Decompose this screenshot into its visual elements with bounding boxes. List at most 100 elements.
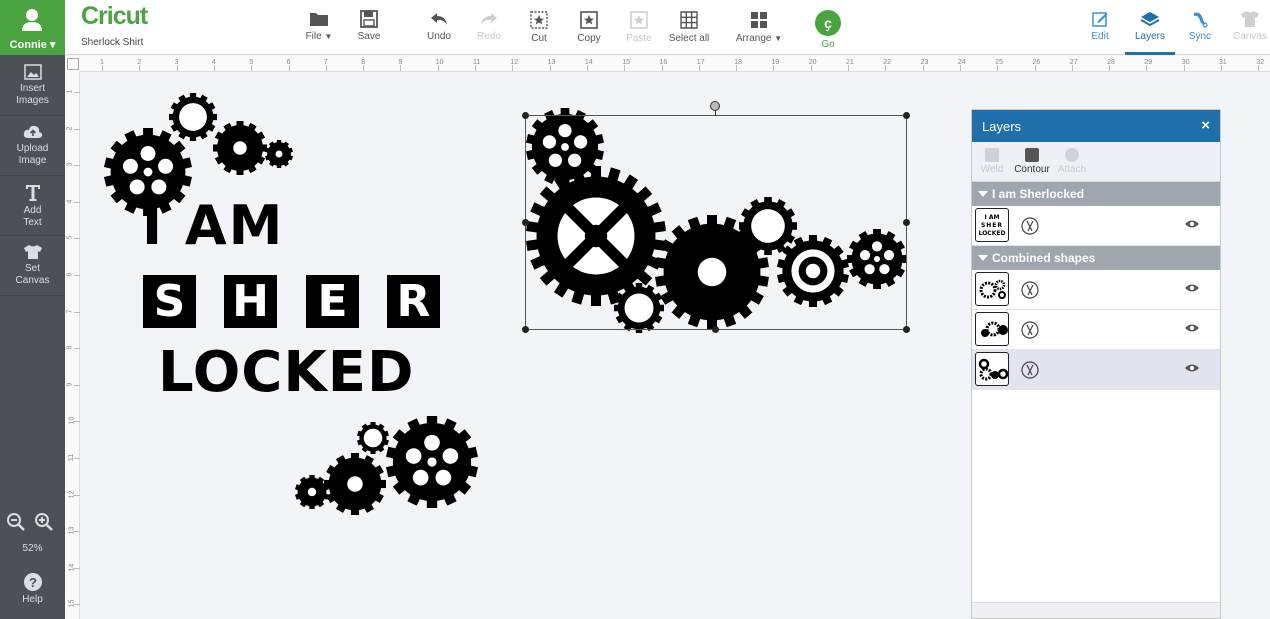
copy-icon [580, 11, 598, 29]
edit-tab[interactable]: Edit [1080, 0, 1120, 55]
layers-actions-bar: Weld Contour Attach [972, 142, 1220, 182]
undo-button[interactable]: Undo [419, 0, 459, 55]
ruler-number: 7 [66, 309, 74, 314]
help-icon: ? [23, 573, 42, 591]
ruler-number: 3 [174, 59, 179, 66]
ruler-number: 4 [211, 59, 216, 66]
visibility-eye-icon[interactable] [1184, 323, 1200, 333]
ruler-number: 14 [584, 59, 593, 66]
canvas-tab[interactable]: Canvas [1230, 0, 1270, 55]
cut-operation-icon[interactable] [1021, 217, 1039, 235]
visibility-eye-icon[interactable] [1184, 219, 1200, 229]
ruler-number: 19 [771, 59, 780, 66]
layer-group-combined-shapes[interactable]: Combined shapes [972, 246, 1220, 270]
layers-panel-header: Layers × [972, 110, 1220, 142]
close-icon[interactable]: × [1201, 117, 1210, 134]
ruler-number: 32 [1256, 59, 1265, 66]
add-text-button[interactable]: Add Text [0, 176, 65, 236]
ruler-number: 27 [1069, 59, 1078, 66]
layer-row-shape-3[interactable] [972, 350, 1220, 390]
layer-row-text[interactable]: I AM SHER LOCKED [972, 206, 1220, 246]
select-all-button[interactable]: Select all [664, 0, 714, 55]
sync-tab[interactable]: Sync [1180, 0, 1220, 55]
undo-icon [431, 13, 447, 25]
weld-button[interactable]: Weld [972, 148, 1012, 175]
help-button[interactable]: ? Help [0, 572, 65, 605]
redo-icon [481, 13, 497, 25]
ruler-number: 10 [68, 416, 76, 425]
ruler-number: 1 [100, 59, 104, 66]
ruler-number: 26 [1032, 59, 1041, 66]
layer-row-shape-1[interactable] [972, 270, 1220, 310]
folder-icon [310, 13, 328, 26]
layer-thumbnail [975, 312, 1009, 346]
ruler-number: 11 [68, 453, 76, 462]
layers-panel: Layers × Weld Contour Attach I am Sherlo… [971, 109, 1221, 619]
text-icon [25, 185, 40, 201]
collapse-triangle-icon[interactable] [978, 255, 988, 261]
arrange-icon [751, 12, 767, 28]
upload-image-button[interactable]: Upload Image [0, 116, 65, 176]
ruler-number: 9 [66, 382, 74, 387]
edit-icon [1092, 12, 1108, 27]
design-letter-s[interactable]: S [143, 275, 196, 328]
selection-box[interactable] [525, 115, 907, 330]
ruler-number: 6 [286, 59, 291, 66]
user-icon [22, 9, 42, 31]
save-button[interactable]: Save [349, 0, 389, 55]
layer-group-i-am-sherlocked[interactable]: I am Sherlocked [972, 182, 1220, 206]
paste-button[interactable]: Paste [619, 0, 659, 55]
ruler-number: 15 [68, 599, 76, 608]
gear-thumbnail-icon [979, 279, 1006, 299]
visibility-eye-icon[interactable] [1184, 283, 1200, 293]
ruler-number: 29 [1144, 59, 1153, 66]
design-letter-h[interactable]: H [224, 275, 277, 328]
ruler-number: 24 [957, 59, 966, 66]
copy-button[interactable]: Copy [569, 0, 609, 55]
design-letter-e[interactable]: E [306, 275, 359, 328]
grid-icon [680, 11, 698, 29]
rotate-handle[interactable] [710, 101, 720, 111]
image-icon [23, 64, 42, 80]
shirt-icon [1241, 11, 1259, 27]
cut-operation-icon[interactable] [1021, 321, 1039, 339]
set-canvas-button[interactable]: Set Canvas [0, 236, 65, 296]
design-letter-r[interactable]: R [387, 275, 440, 328]
resize-handle-bm[interactable] [712, 326, 719, 333]
cut-operation-icon[interactable] [1021, 361, 1039, 379]
resize-handle-bl[interactable] [522, 326, 529, 333]
ruler-number: 28 [1107, 59, 1115, 66]
resize-handle-mr[interactable] [903, 219, 910, 226]
ruler-number: 21 [846, 59, 854, 66]
ruler-number: 11 [473, 59, 481, 66]
visibility-eye-icon[interactable] [1184, 363, 1200, 373]
go-icon: ҫ [815, 10, 841, 36]
insert-images-button[interactable]: Insert Images [0, 56, 65, 116]
user-menu[interactable]: Connie ▾ [0, 0, 65, 55]
active-tab-indicator [1125, 52, 1175, 55]
design-text-i-am[interactable]: I AM [142, 194, 284, 257]
ruler-number: 9 [398, 59, 403, 66]
contour-icon [1025, 148, 1039, 162]
project-name: Sherlock Shirt [81, 37, 144, 48]
arrange-menu[interactable]: Arrange ▼ [729, 0, 789, 55]
go-button[interactable]: ҫ Go [808, 0, 848, 55]
layer-row-shape-2[interactable] [972, 310, 1220, 350]
contour-button[interactable]: Contour [1012, 148, 1052, 175]
collapse-triangle-icon[interactable] [978, 191, 988, 197]
resize-handle-ml[interactable] [522, 219, 529, 226]
attach-button[interactable]: Attach [1052, 148, 1092, 175]
upload-cloud-icon [23, 125, 42, 138]
cut-button[interactable]: Cut [519, 0, 559, 55]
zoom-in-icon[interactable] [34, 512, 54, 532]
layers-tab[interactable]: Layers [1130, 0, 1170, 55]
ruler-number: 15 [622, 59, 630, 66]
cut-operation-icon[interactable] [1021, 281, 1039, 299]
resize-handle-tl[interactable] [522, 112, 529, 119]
resize-handle-tr[interactable] [903, 112, 910, 119]
file-menu[interactable]: File ▼ [299, 0, 339, 55]
redo-button[interactable]: Redo [469, 0, 509, 55]
design-text-locked[interactable]: LOCKED [158, 340, 415, 405]
resize-handle-br[interactable] [903, 326, 910, 333]
zoom-out-icon[interactable] [6, 512, 26, 532]
